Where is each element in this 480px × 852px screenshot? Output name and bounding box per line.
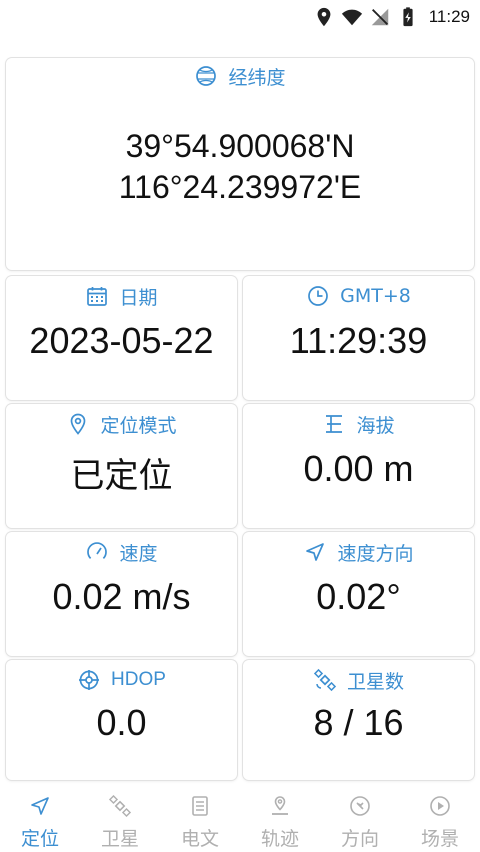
satellites-label: 卫星数	[346, 670, 404, 693]
time-card: GMT+8 11:29:39	[243, 276, 474, 400]
nav-item-satellite[interactable]: 卫星	[80, 786, 160, 851]
fix-mode-value: 已定位	[70, 456, 173, 496]
clock-icon	[308, 286, 328, 306]
coordinates-card: 经纬度 39°54.900068'N 116°24.239972'E	[6, 58, 474, 270]
coordinates-header: 经纬度	[6, 62, 474, 90]
nav-label-message: 电文	[180, 828, 219, 850]
time-value: 11:29:39	[289, 320, 428, 361]
location-status-icon	[317, 7, 331, 27]
speed-value: 0.02 m/s	[52, 576, 191, 617]
latitude-value: 39°54.900068'N	[125, 128, 355, 164]
play-circle-icon	[430, 796, 450, 816]
date-label: 日期	[119, 286, 158, 309]
fix-mode-card: 定位模式 已定位	[6, 404, 237, 528]
no-signal-icon	[371, 8, 388, 26]
heading-card: 速度方向 0.02°	[243, 532, 474, 656]
speed-card: 速度 0.02 m/s	[6, 532, 237, 656]
map-pin-track-icon	[272, 796, 288, 815]
speed-header: 速度	[6, 536, 237, 568]
globe-icon	[196, 66, 217, 86]
time-header: GMT+8	[243, 280, 474, 312]
nav-label-direction: 方向	[340, 828, 379, 850]
date-value: 2023-05-22	[29, 320, 214, 361]
document-icon	[192, 796, 208, 816]
altitude-icon	[326, 415, 343, 433]
satellites-value: 8 / 16	[313, 702, 404, 743]
hdop-header: HDOP	[6, 664, 237, 696]
hdop-label: HDOP	[111, 669, 166, 690]
direction-arrow-icon	[306, 543, 325, 561]
satellite-icon	[108, 794, 132, 818]
nav-label-track: 轨迹	[260, 828, 299, 850]
location-pin-icon	[71, 413, 86, 435]
fix-mode-label: 定位模式	[100, 414, 177, 437]
status-time: 11:29	[428, 7, 470, 26]
crosshair-icon	[79, 670, 100, 690]
date-card: 日期 2023-05-22	[6, 276, 237, 400]
altitude-value: 0.00 m	[303, 448, 414, 489]
hdop-card: HDOP 0.0	[6, 660, 237, 780]
altitude-label: 海拔	[356, 414, 395, 437]
bottom-navigation: 定位 卫星 电文 轨迹 方向 场景	[0, 786, 480, 852]
nav-label-location: 定位	[20, 828, 59, 850]
nav-item-location[interactable]: 定位	[0, 786, 80, 851]
speed-label: 速度	[119, 542, 158, 565]
nav-label-satellite: 卫星	[100, 828, 139, 850]
navigation-arrow-icon	[31, 797, 49, 815]
longitude-value: 116°24.239972'E	[118, 169, 362, 205]
date-header: 日期	[6, 280, 237, 312]
satellites-card: 卫星数 8 / 16	[243, 660, 474, 780]
heading-value: 0.02°	[316, 576, 401, 617]
altitude-header: 海拔	[243, 408, 474, 440]
fix-mode-header: 定位模式	[6, 408, 237, 440]
coordinates-label: 经纬度	[228, 66, 286, 89]
speedometer-icon	[87, 542, 108, 559]
altitude-card: 海拔 0.00 m	[243, 404, 474, 528]
satellites-header: 卫星数	[243, 664, 474, 696]
compass-icon	[350, 796, 370, 816]
heading-header: 速度方向	[243, 536, 474, 568]
nav-item-track[interactable]: 轨迹	[240, 786, 320, 851]
satellite-icon	[313, 668, 337, 692]
nav-item-scene[interactable]: 场景	[400, 786, 480, 851]
calendar-icon	[87, 287, 108, 306]
timezone-label: GMT+8	[340, 285, 411, 307]
hdop-value: 0.0	[96, 702, 147, 743]
heading-label: 速度方向	[337, 542, 414, 565]
battery-icon	[403, 7, 413, 27]
nav-item-direction[interactable]: 方向	[320, 786, 400, 851]
status-bar: 11:29	[0, 0, 480, 36]
nav-label-scene: 场景	[420, 828, 459, 850]
nav-item-message[interactable]: 电文	[160, 786, 240, 851]
wifi-icon	[341, 9, 362, 26]
